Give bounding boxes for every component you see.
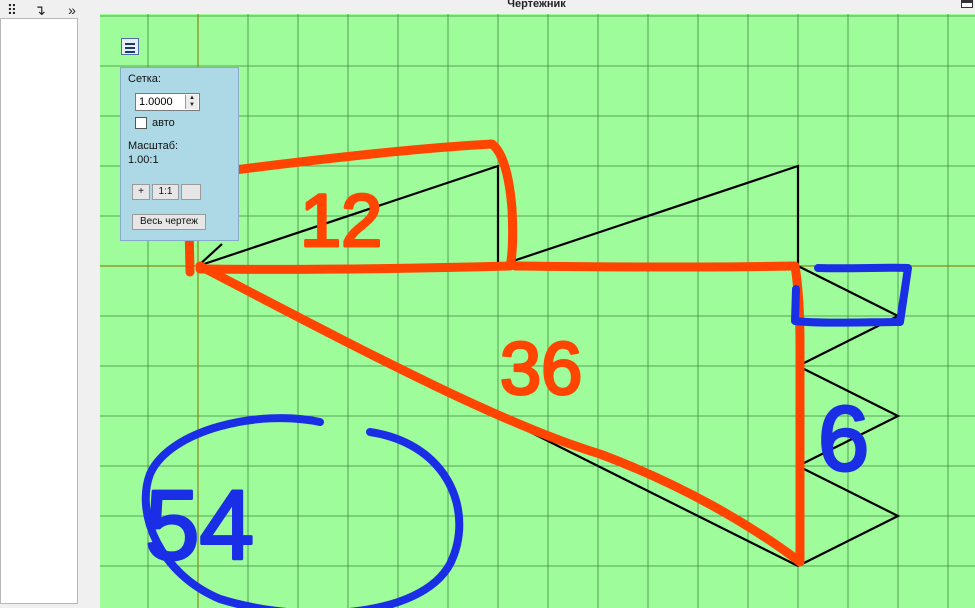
blue-corner-mark [791,263,912,327]
zoom-out-button[interactable] [181,184,201,200]
grid-label: Сетка: [128,73,161,85]
blue-label-54: 54 [145,470,254,580]
step-into-icon[interactable]: ↴ [30,2,50,18]
panel-splitter[interactable] [78,0,98,608]
fit-all-button[interactable]: Весь чертеж [132,214,206,230]
blue-label-6: 6 [818,388,869,490]
zoom-reset-button[interactable]: 1:1 [152,184,179,200]
grid-step-input[interactable] [137,95,185,109]
window-title: Чертежник [507,0,566,10]
red-label-12: 12 [300,179,382,262]
red-label-36: 36 [500,327,582,410]
red-big-triangle [195,261,805,567]
spin-down-icon[interactable]: ▼ [185,102,198,109]
restore-window-icon[interactable] [961,0,973,8]
spin-up-icon[interactable]: ▲ [185,95,198,102]
scale-value: 1.00:1 [128,154,159,166]
zoom-in-button[interactable]: + [132,184,150,200]
left-toolbar: ⠿ ↴ » [0,0,78,18]
auto-grid-checkbox[interactable] [135,117,147,129]
red-markings: 12 36 [183,139,805,567]
move-points-icon[interactable]: ⠿ [2,2,22,18]
scale-label: Масштаб: [128,140,179,152]
grid-spinbox[interactable]: ▲ ▼ [135,93,200,111]
grid-settings-panel: Сетка: ▲ ▼ авто Масштаб: 1.00:1 + 1:1 Ве… [120,67,239,241]
left-panel: ⠿ ↴ » [0,0,78,608]
auto-grid-label: авто [152,117,175,129]
canvas-menu-button[interactable] [121,38,139,55]
algebra-list[interactable] [0,18,78,604]
drawing-canvas[interactable]: 12 36 6 54 Сетка: ▲ ▼ авто Масштаб: 1.00… [100,14,975,608]
